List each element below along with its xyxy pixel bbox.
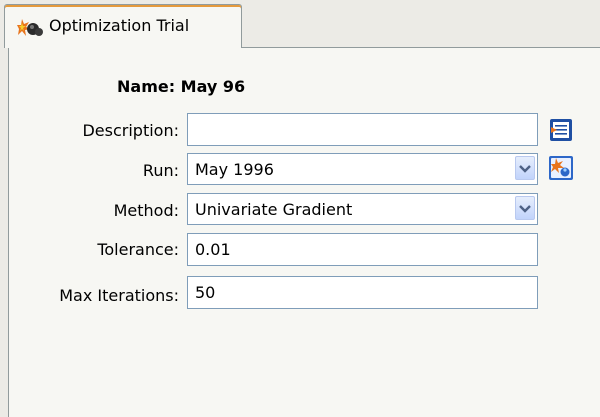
tolerance-input[interactable]: 0.01	[187, 233, 538, 266]
run-label: Run:	[142, 161, 179, 180]
chevron-down-icon[interactable]	[515, 196, 535, 220]
run-manager-icon[interactable]	[548, 155, 574, 181]
tab-strip: Optimization Trial	[0, 0, 600, 48]
trial-name: Name: May 96	[117, 77, 246, 96]
method-selected-value: Univariate Gradient	[195, 200, 353, 219]
method-label: Method:	[113, 201, 179, 220]
tolerance-label: Tolerance:	[97, 240, 179, 259]
max-iterations-input[interactable]: 50	[187, 276, 538, 309]
tab-optimization-trial[interactable]: Optimization Trial	[4, 4, 242, 48]
description-input[interactable]	[187, 113, 538, 146]
optimization-trial-panel	[8, 47, 600, 417]
edit-description-icon[interactable]	[548, 117, 574, 143]
max-iterations-label: Max Iterations:	[59, 286, 179, 305]
optimization-trial-icon	[17, 18, 45, 38]
method-select[interactable]: Univariate Gradient	[187, 193, 538, 225]
run-select[interactable]: May 1996	[187, 153, 538, 185]
component-editor: Optimization Trial Name: May 96 Descript…	[0, 0, 600, 417]
run-selected-value: May 1996	[195, 160, 274, 179]
chevron-down-icon[interactable]	[515, 156, 535, 180]
tab-label: Optimization Trial	[49, 16, 190, 35]
description-label: Description:	[82, 121, 179, 140]
